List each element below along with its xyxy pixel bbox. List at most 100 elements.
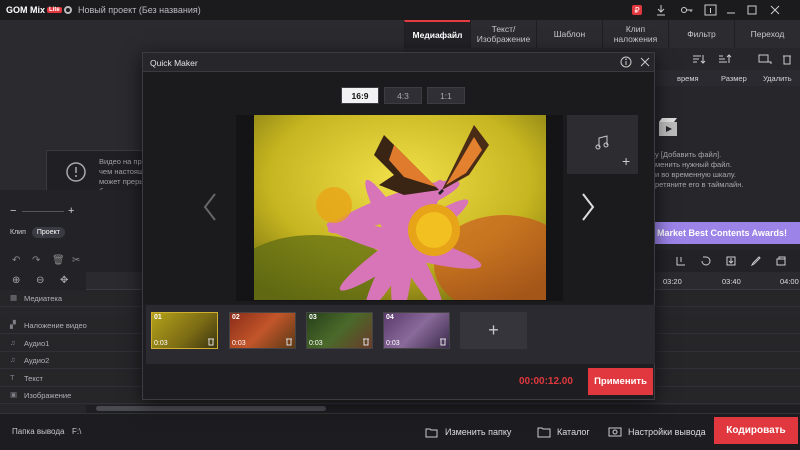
svg-text:₽: ₽ [634,6,639,15]
ruler-label: 04:00 [780,277,799,286]
app-logo: GOM Mix Lite [6,4,62,16]
store-icon[interactable]: ₽ [630,3,644,17]
zoom-out-icon[interactable]: ⊖ [36,275,44,286]
sort-desc-icon[interactable] [718,53,732,65]
apply-button[interactable]: Применить [588,368,653,395]
image-icon: ▣ [10,390,18,399]
link-icon[interactable] [775,255,787,267]
output-path: F:\ [72,427,82,436]
add-clip-button[interactable]: + [460,312,527,349]
output-folder-label: Папка вывода [12,427,65,436]
add-music-button[interactable]: + [567,115,638,174]
next-arrow-icon[interactable] [580,192,596,222]
clip-number: 04 [386,314,394,321]
trash-icon[interactable] [207,337,215,346]
tab-filter[interactable]: Фильтр [668,20,734,48]
key-icon[interactable] [680,3,694,17]
zoom-slider[interactable] [22,211,64,212]
folder-change-icon [425,428,438,438]
left-controls [0,190,142,250]
col-delete[interactable]: Удалить [763,74,792,83]
tab-media[interactable]: Медиафайл [404,20,470,48]
clip-duration: 0:03 [154,340,168,347]
media-columns: время Размер Удалить [655,70,800,86]
media-track-icon: ▦ [10,293,18,302]
timeline-zoom-controls: ⊕ ⊖ ✥ [0,272,86,290]
overlay-track-icon: ▞ [10,320,16,329]
tab-overlay-clip[interactable]: Клип наложения [602,20,668,48]
logo-badge: Lite [47,7,62,13]
download-icon[interactable] [654,3,668,17]
settings-icon [608,427,622,437]
music-icon: ♫ [10,355,16,364]
trash-icon[interactable] [362,337,370,346]
dialog-title: Quick Maker [150,58,198,68]
rotate-icon[interactable] [700,255,712,267]
clip-duration: 0:03 [309,340,323,347]
gear-icon[interactable] [63,5,73,15]
track-label: Текст [24,373,43,383]
split-icon[interactable] [675,255,687,267]
export-frame-icon[interactable] [725,255,737,267]
catalog-button[interactable]: Каталог [537,422,590,442]
change-folder-button[interactable]: Изменить папку [425,422,511,442]
folder-icon [537,427,551,438]
zoom-in-icon[interactable]: ⊕ [12,275,20,286]
undo-icon[interactable]: ↶ [12,255,20,266]
clip-duration: 0:03 [386,340,400,347]
dialog-header [143,53,654,72]
butterfly-flower-image [254,115,546,300]
trash-icon[interactable] [439,337,447,346]
info-icon[interactable] [704,3,718,17]
logo-text: GOM Mix [6,5,46,15]
butterfly-photo [254,115,546,300]
output-settings-button[interactable]: Настройки вывода [608,422,706,442]
clip-toggle[interactable]: Клип [10,229,26,236]
fit-icon[interactable] [758,53,772,65]
video-clapper-icon [659,118,677,136]
fit-timeline-icon[interactable]: ✥ [60,275,68,286]
tab-bar: Медиафайл Текст/ Изображение Шаблон Клип… [404,20,800,48]
clip-thumb[interactable]: 01 0:03 [151,312,218,349]
ratio-4-3[interactable]: 4:3 [384,87,422,104]
tab-template[interactable]: Шаблон [536,20,602,48]
encode-button[interactable]: Кодировать [714,417,798,444]
cut-icon[interactable]: ✂ [72,255,80,266]
trash-icon[interactable] [285,337,293,346]
clip-thumb[interactable]: 03 0:03 [306,312,373,349]
project-toggle[interactable]: Проект [31,227,65,238]
track-label: Аудио2 [24,355,50,365]
sort-icon[interactable] [692,53,706,65]
clip-thumb[interactable]: 04 0:03 [383,312,450,349]
delete-icon[interactable] [780,53,794,65]
redo-icon[interactable]: ↷ [32,255,40,266]
prev-arrow-icon[interactable] [202,192,218,222]
scrollbar-thumb[interactable] [96,406,326,411]
help-icon[interactable] [620,56,632,68]
close-icon[interactable] [768,3,782,17]
edit-icon[interactable] [750,255,762,267]
track-label: Изображение [24,390,72,400]
preview-zoom[interactable]: − + [6,205,78,219]
clip-duration: 0:03 [232,340,246,347]
music-icon: ♫ [10,338,16,347]
dialog-close-icon[interactable] [639,56,651,68]
warning-icon [66,162,86,182]
zoom-plus-icon[interactable]: + [68,205,74,217]
ruler-label: 03:20 [663,277,682,286]
ratio-16-9[interactable]: 16:9 [341,87,379,104]
col-size[interactable]: Размер [721,74,747,83]
col-time[interactable]: время [677,74,699,83]
clip-thumb[interactable]: 02 0:03 [229,312,296,349]
zoom-minus-icon[interactable]: − [10,205,16,217]
ratio-1-1[interactable]: 1:1 [427,87,465,104]
trash-icon[interactable]: 🗑 [52,255,65,266]
project-title: Новый проект (Без названия) [78,5,201,15]
tab-text-image[interactable]: Текст/ Изображение [470,20,536,48]
plus-icon: + [622,153,631,169]
awards-banner[interactable]: Market Best Contents Awards! [655,222,800,244]
clip-number: 01 [154,314,162,321]
maximize-icon[interactable] [745,3,759,17]
minimize-icon[interactable] [724,3,738,17]
tab-transition[interactable]: Переход [734,20,800,48]
